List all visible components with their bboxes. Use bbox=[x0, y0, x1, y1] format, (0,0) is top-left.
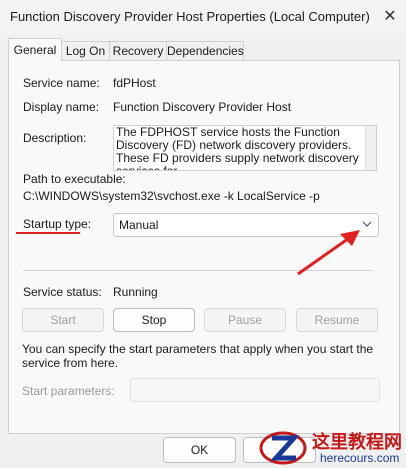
watermark: 这里教程网 herecours.com bbox=[258, 428, 406, 468]
resume-button[interactable]: Resume bbox=[296, 308, 378, 332]
watermark-english: herecours.com bbox=[320, 451, 400, 465]
service-name-label: Service name: bbox=[23, 76, 100, 90]
service-status-value: Running bbox=[113, 285, 158, 299]
description-box[interactable]: The FDPHOST service hosts the Function D… bbox=[113, 125, 377, 171]
start-params-label: Start parameters: bbox=[22, 384, 115, 398]
startup-type-underline bbox=[16, 232, 80, 234]
pause-button[interactable]: Pause bbox=[204, 308, 286, 332]
tab-dependencies[interactable]: Dependencies bbox=[166, 41, 244, 61]
tab-recovery[interactable]: Recovery bbox=[109, 41, 167, 61]
description-scrollbar[interactable] bbox=[365, 126, 376, 170]
path-label: Path to executable: bbox=[23, 172, 126, 186]
start-button[interactable]: Start bbox=[22, 308, 104, 332]
description-label: Description: bbox=[23, 131, 87, 145]
start-params-input[interactable] bbox=[130, 378, 380, 402]
display-name-label: Display name: bbox=[23, 100, 100, 114]
tab-log-on[interactable]: Log On bbox=[61, 41, 110, 61]
service-status-label: Service status: bbox=[23, 285, 102, 299]
window-title: Function Discovery Provider Host Propert… bbox=[10, 9, 370, 24]
stop-button[interactable]: Stop bbox=[113, 308, 195, 332]
watermark-logo-icon bbox=[259, 431, 307, 465]
startup-type-value: Manual bbox=[119, 218, 159, 232]
path-value: C:\WINDOWS\system32\svchost.exe -k Local… bbox=[23, 189, 320, 203]
tab-general[interactable]: General bbox=[8, 38, 62, 61]
title-bar: Function Discovery Provider Host Propert… bbox=[0, 0, 406, 34]
description-text: The FDPHOST service hosts the Function D… bbox=[116, 125, 359, 171]
display-name-value: Function Discovery Provider Host bbox=[113, 100, 292, 114]
start-params-info: You can specify the start parameters tha… bbox=[22, 342, 374, 370]
close-icon[interactable]: ✕ bbox=[380, 7, 400, 27]
red-arrow-annotation bbox=[297, 230, 360, 276]
ok-button[interactable]: OK bbox=[163, 437, 236, 463]
startup-type-label: Startup type: bbox=[23, 217, 92, 231]
service-name-value: fdPHost bbox=[113, 76, 156, 90]
